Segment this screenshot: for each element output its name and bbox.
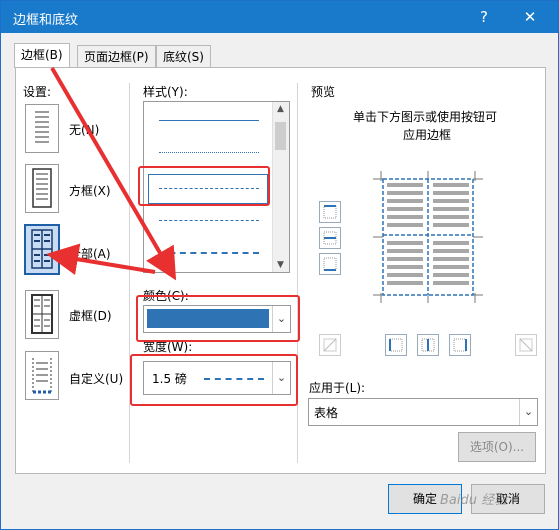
annotation-arrows — [46, 66, 177, 281]
watermark: Baidu 经验 — [440, 493, 508, 508]
